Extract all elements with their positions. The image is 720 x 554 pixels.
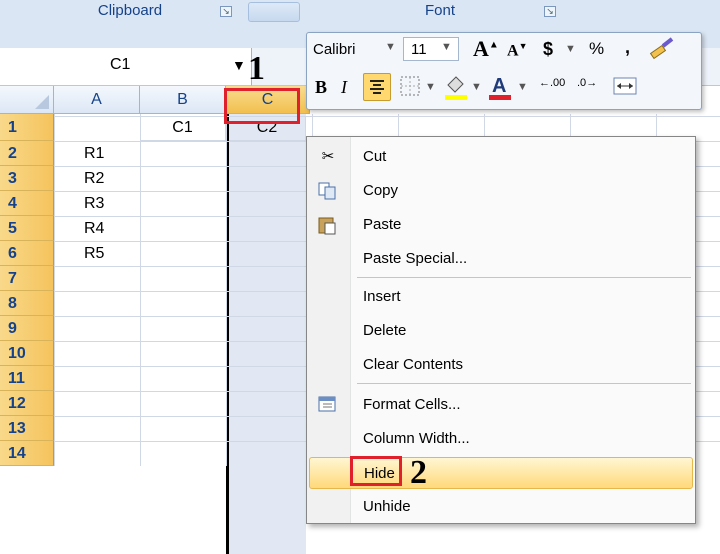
row-header-2[interactable]: 2 [0,141,54,166]
clipboard-group-label: Clipboard [97,2,163,19]
row-header-1[interactable]: 1 [0,114,54,141]
menu-item-delete[interactable]: Delete [309,315,693,347]
menu-item-insert[interactable]: Insert [309,281,693,313]
font-color-dropdown-icon[interactable]: ▼ [517,81,528,93]
scissors-icon: ✂ [321,148,335,165]
corner-triangle-icon [35,95,49,109]
currency-button[interactable]: $ [543,39,553,60]
shrink-font-icon[interactable]: A▼ [507,41,527,60]
menu-item-clear-contents[interactable]: Clear Contents [309,349,693,381]
fill-color-icon[interactable] [443,73,469,101]
row-header-14[interactable]: 14 [0,441,54,466]
cell-a2[interactable]: R1 [54,141,140,166]
fill-color-dropdown-icon[interactable]: ▼ [471,81,482,93]
menu-item-cut[interactable]: ✂ Cut [309,141,693,173]
font-name-dropdown-icon[interactable]: ▼ [385,41,396,53]
font-size-dropdown-icon[interactable]: ▼ [441,41,452,53]
merge-center-icon[interactable] [613,75,637,97]
menu-label-cut: Cut [363,148,387,165]
select-all-corner[interactable] [0,86,54,114]
menu-label-insert: Insert [363,288,401,305]
ribbon-group-divider [248,2,300,22]
mini-toolbar: Calibri ▼ 11 ▼ A▲ A▼ $ ▼ % , B I ▼ ▼ A ▼… [306,32,702,110]
menu-item-copy[interactable]: Copy [309,175,693,207]
menu-separator [357,383,691,384]
menu-label-paste-special: Paste Special... [363,250,468,267]
align-center-button[interactable] [363,73,391,101]
menu-label-unhide: Unhide [363,498,411,515]
menu-item-paste-special[interactable]: Paste Special... [309,243,693,275]
font-size-value: 11 [411,41,427,58]
menu-separator [357,277,691,278]
borders-dropdown-icon[interactable]: ▼ [425,81,436,93]
column-header-b[interactable]: B [140,86,226,114]
column-header-a[interactable]: A [54,86,140,114]
format-painter-icon[interactable] [647,37,675,61]
row-header-8[interactable]: 8 [0,291,54,316]
cell-a6[interactable]: R5 [54,241,140,266]
cell-a5[interactable]: R4 [54,216,140,241]
row-header-6[interactable]: 6 [0,241,54,266]
row-header-13[interactable]: 13 [0,416,54,441]
menu-label-copy: Copy [363,182,399,199]
percent-button[interactable]: % [589,39,604,59]
grow-font-icon[interactable]: A▲ [473,36,499,62]
paste-icon [318,217,336,235]
name-box[interactable]: C1 ▼ [0,48,252,86]
menu-item-column-width[interactable]: Column Width... [309,423,693,455]
bold-button[interactable]: B [315,77,327,98]
row-header-11[interactable]: 11 [0,366,54,391]
cell-a3[interactable]: R2 [54,166,140,191]
highlight-column-c [224,88,300,124]
font-group-label: Font [424,2,455,19]
copy-icon [318,182,336,200]
font-launcher-icon[interactable]: ↘ [544,6,556,17]
row-header-9[interactable]: 9 [0,316,54,341]
step-2-label: 2 [410,454,427,491]
decrease-decimal-icon[interactable]: .0→ [577,77,597,89]
row-header-3[interactable]: 3 [0,166,54,191]
row-header-7[interactable]: 7 [0,266,54,291]
row-header-10[interactable]: 10 [0,341,54,366]
align-center-icon [370,80,384,94]
name-box-dropdown-icon[interactable]: ▼ [232,57,246,73]
clipboard-launcher-icon[interactable]: ↘ [220,6,232,17]
font-name-value[interactable]: Calibri [313,41,356,58]
menu-label-format-cells: Format Cells... [363,396,461,413]
menu-label-clear-contents: Clear Contents [363,356,464,373]
menu-label-delete: Delete [363,322,407,339]
cell-a4[interactable]: R3 [54,191,140,216]
menu-item-format-cells[interactable]: Format Cells... [309,389,693,421]
highlight-hide [350,456,402,486]
font-color-icon[interactable]: A [487,73,513,101]
menu-label-paste: Paste [363,216,402,233]
menu-item-paste[interactable]: Paste [309,209,693,241]
name-box-value: C1 [110,56,131,73]
row-header-12[interactable]: 12 [0,391,54,416]
italic-button[interactable]: I [341,77,347,98]
borders-icon[interactable] [399,75,421,97]
step-1-label: 1 [248,50,265,87]
currency-dropdown-icon[interactable]: ▼ [565,43,576,55]
format-cells-icon [318,396,336,412]
comma-button[interactable]: , [625,37,630,58]
row-header-5[interactable]: 5 [0,216,54,241]
menu-label-column-width: Column Width... [363,430,470,447]
cell-b1[interactable]: C1 [140,116,226,141]
svg-text:A: A [492,75,506,97]
menu-item-unhide[interactable]: Unhide [309,491,693,523]
row-header-4[interactable]: 4 [0,191,54,216]
increase-decimal-icon[interactable]: ←.00 [539,77,565,89]
